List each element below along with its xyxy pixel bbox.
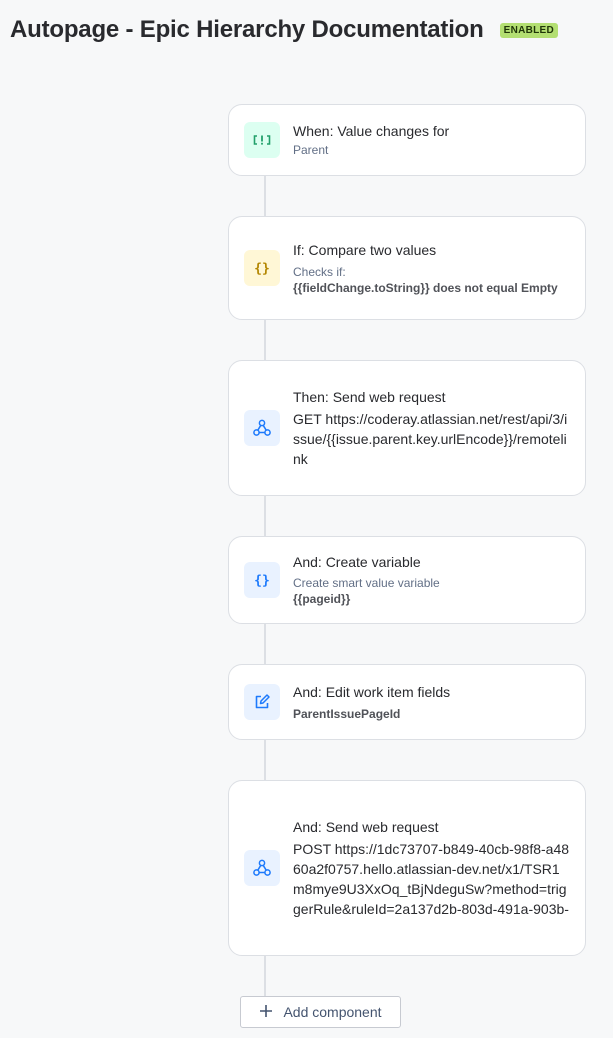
trigger-card[interactable]: When: Value changes for Parent: [228, 104, 586, 176]
flow-connector: [264, 623, 266, 665]
component-subtitle: Create smart value variable: [293, 576, 440, 590]
action-card-body: And: Create variable Create smart value …: [293, 553, 571, 607]
page-title: Autopage - Epic Hierarchy Documentation: [10, 16, 484, 43]
component-subtitle: Parent: [293, 143, 329, 157]
component-detail: {{fieldChange.toString}} does not equal …: [293, 280, 558, 295]
status-badge: ENABLED: [499, 22, 559, 38]
page-header: Autopage - Epic Hierarchy Documentation …: [10, 16, 559, 44]
component-title: When: Value changes for: [293, 123, 450, 139]
flow-connector: [264, 175, 266, 217]
webhook-icon: [244, 410, 280, 446]
component-title: And: Send web request: [293, 818, 439, 835]
condition-card-body: If: Compare two values Checks if: {{fiel…: [293, 241, 571, 296]
action-card-edit-fields[interactable]: And: Edit work item fields ParentIssuePa…: [228, 664, 586, 740]
action-card-web-request[interactable]: And: Send web request POST https://1dc73…: [228, 780, 586, 956]
braces-icon: {}: [244, 250, 280, 286]
flow-connector: [264, 495, 266, 537]
component-detail: {{pageid}}: [293, 592, 351, 606]
component-title: If: Compare two values: [293, 241, 437, 258]
add-component-button[interactable]: Add component: [240, 996, 401, 1028]
plus-icon: [259, 1004, 273, 1021]
request-url: GET https://coderay.atlassian.net/rest/a…: [293, 410, 568, 467]
flow-connector: [264, 955, 266, 996]
svg-text:{}: {}: [254, 262, 270, 277]
component-title: And: Edit work item fields: [293, 683, 451, 700]
component-subtitle: Checks if:: [293, 264, 346, 279]
component-title: And: Create variable: [293, 554, 421, 570]
add-component-label: Add component: [283, 1004, 382, 1020]
request-url: POST https://1dc73707-b849-40cb-98f8-a48…: [293, 840, 570, 917]
braces-icon: {}: [244, 562, 280, 598]
trigger-card-body: When: Value changes for Parent: [293, 122, 571, 158]
flow-connector: [264, 319, 266, 361]
component-detail: ParentIssuePageId: [293, 706, 401, 721]
action-card-body: Then: Send web request GET https://coder…: [293, 388, 571, 469]
flow-connector: [264, 739, 266, 781]
action-card-body: And: Edit work item fields ParentIssuePa…: [293, 683, 571, 722]
webhook-icon: [244, 850, 280, 886]
action-card-create-variable[interactable]: {} And: Create variable Create smart val…: [228, 536, 586, 624]
trigger-icon: [244, 122, 280, 158]
automation-rule-page: Autopage - Epic Hierarchy Documentation …: [0, 0, 613, 1038]
component-title: Then: Send web request: [293, 388, 446, 405]
action-card-web-request[interactable]: Then: Send web request GET https://coder…: [228, 360, 586, 496]
action-card-body: And: Send web request POST https://1dc73…: [293, 818, 571, 919]
condition-card[interactable]: {} If: Compare two values Checks if: {{f…: [228, 216, 586, 320]
edit-icon: [244, 684, 280, 720]
svg-text:{}: {}: [254, 574, 270, 589]
